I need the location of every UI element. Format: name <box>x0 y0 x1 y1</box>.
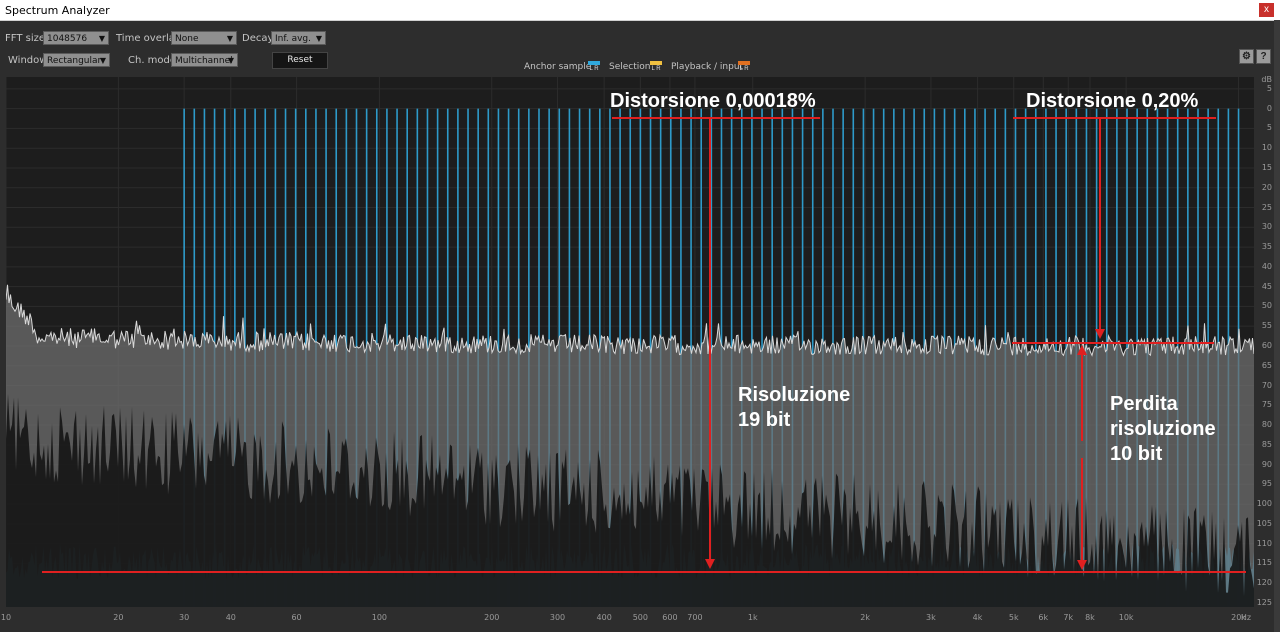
y-tick-label: 20 <box>1261 182 1272 192</box>
chevron-down-icon: ▼ <box>315 34 322 43</box>
x-tick-label: 4k <box>972 613 983 622</box>
x-tick-label: 2k <box>860 613 871 622</box>
y-tick-label: 70 <box>1261 380 1272 390</box>
window-title: Spectrum Analyzer <box>5 4 110 17</box>
y-tick-label: 75 <box>1261 400 1272 410</box>
x-tick-label: 3k <box>926 613 936 622</box>
anchor-sample-label: Anchor sample <box>524 62 592 72</box>
y-tick-label: 50 <box>1261 301 1272 311</box>
x-tick-label: 200 <box>484 613 500 622</box>
x-tick-label: 10k <box>1118 613 1134 622</box>
x-tick-label: 8k <box>1085 613 1095 622</box>
fft-size-select[interactable]: 1048576 ▼ <box>43 31 109 45</box>
lr-label: L R <box>589 66 599 72</box>
y-tick-label: 10 <box>1261 143 1272 153</box>
x-tick-label: 20 <box>113 613 124 622</box>
selection-color-chip[interactable]: L R <box>650 61 662 73</box>
reset-button[interactable]: Reset <box>272 52 328 69</box>
x-tick-label: 40 <box>225 613 236 622</box>
chevron-down-icon: ▼ <box>98 34 105 43</box>
x-tick-label: 30 <box>179 613 190 622</box>
y-tick-label: 25 <box>1261 202 1272 212</box>
annotation-resolution-line2: 19 bit <box>738 409 791 431</box>
decay-label: Decay <box>242 33 274 44</box>
y-tick-label: 30 <box>1261 222 1272 232</box>
y-tick-label: 115 <box>1256 558 1272 568</box>
y-tick-label: 65 <box>1261 360 1272 370</box>
playback-input-label: Playback / input <box>671 62 744 72</box>
y-tick-label: 90 <box>1261 459 1272 469</box>
x-axis: Hz 10 20 30 40 60 100 200 300 400 500 600 700 1k 2k 3k… <box>0 608 1280 632</box>
playback-color-chip[interactable]: L R <box>738 61 750 73</box>
x-tick-label: 10 <box>0 613 12 622</box>
y-tick-label: 105 <box>1256 518 1272 528</box>
y-tick-label: 120 <box>1256 578 1272 588</box>
y-tick-label: 45 <box>1261 281 1272 291</box>
x-tick-label: 60 <box>291 613 302 622</box>
annotation-distortion-right: Distorsione 0,20% <box>1026 90 1199 112</box>
lr-label: L R <box>651 66 661 72</box>
annotation-loss-line3: 10 bit <box>1110 443 1163 465</box>
y-tick-label: 125 <box>1256 598 1272 608</box>
settings-gear-icon[interactable]: ⚙ <box>1239 49 1254 64</box>
anchor-color-chip[interactable]: L R <box>588 61 600 73</box>
help-icon[interactable]: ? <box>1256 49 1271 64</box>
x-tick-label: 100 <box>371 613 388 622</box>
y-axis: dB 5 0 5 10 15 20 25 30 35 40 45 50 55 60 65 70 75 80 85 90… <box>1254 75 1274 608</box>
y-tick-label: 110 <box>1256 538 1272 548</box>
chevron-down-icon: ▼ <box>227 56 234 65</box>
ch-mode-label: Ch. mode <box>128 55 177 66</box>
y-tick-label: 55 <box>1261 321 1272 331</box>
x-tick-label: 400 <box>596 613 612 622</box>
decay-value: Inf. avg. <box>275 34 312 44</box>
close-button[interactable]: x <box>1259 3 1274 17</box>
x-tick-label: 1k <box>747 613 758 622</box>
y-tick-label: 100 <box>1256 499 1272 509</box>
time-overlap-value: None <box>175 34 199 44</box>
y-unit: dB <box>1261 75 1272 84</box>
time-overlap-select[interactable]: None ▼ <box>171 31 237 45</box>
y-tick-label: 80 <box>1261 420 1272 430</box>
spectrum-plot[interactable]: Distorsione 0,00018% Distorsione 0,20% R… <box>6 77 1254 607</box>
x-tick-label: 700 <box>687 613 703 622</box>
ch-mode-value: Multichannel <box>175 56 233 66</box>
decay-select[interactable]: Inf. avg. ▼ <box>271 31 326 45</box>
lr-label: L R <box>739 66 749 72</box>
y-tick-label: 60 <box>1261 340 1272 350</box>
x-tick-label: 20k <box>1231 613 1246 622</box>
y-tick-label: 35 <box>1261 242 1272 252</box>
x-tick-label: 600 <box>662 613 678 622</box>
x-tick-label: 300 <box>549 613 566 622</box>
y-tick-label: 15 <box>1261 162 1272 172</box>
annotation-resolution-loss: Perdita risoluzione 10 bit <box>1110 392 1216 467</box>
y-tick-label: 95 <box>1261 479 1272 489</box>
x-tick-label: 5k <box>1008 613 1019 622</box>
y-tick-label: 5 <box>1266 83 1272 93</box>
y-tick-label: 0 <box>1266 103 1272 113</box>
fft-size-value: 1048576 <box>47 34 88 44</box>
x-tick-label: 6k <box>1038 613 1049 622</box>
x-tick-label: 7k <box>1063 613 1074 622</box>
window-label: Window <box>8 55 48 66</box>
ch-mode-select[interactable]: Multichannel ▼ <box>171 53 238 67</box>
y-tick-label: 5 <box>1266 123 1272 133</box>
fft-size-label: FFT size <box>5 33 46 44</box>
window-select[interactable]: Rectangular ▼ <box>43 53 110 67</box>
annotation-resolution: Risoluzione 19 bit <box>738 383 850 433</box>
y-tick-label: 40 <box>1261 261 1272 271</box>
spectrum-chart <box>6 77 1254 607</box>
vertical-scrollbar[interactable] <box>1274 20 1280 632</box>
annotation-resolution-line1: Risoluzione <box>738 384 851 406</box>
toolbar: FFT size 1048576 ▼ Time overlap None ▼ Dec… <box>0 21 1280 77</box>
x-tick-label: 500 <box>632 613 648 622</box>
annotation-loss-line2: risoluzione <box>1110 418 1216 440</box>
window-value: Rectangular <box>47 56 102 66</box>
title-bar: Spectrum Analyzer x <box>0 0 1280 21</box>
annotation-loss-line1: Perdita <box>1110 393 1178 415</box>
selection-label: Selection <box>609 62 651 72</box>
annotation-distortion-left: Distorsione 0,00018% <box>610 90 816 112</box>
chevron-down-icon: ▼ <box>99 56 106 65</box>
y-tick-label: 85 <box>1261 439 1272 449</box>
chevron-down-icon: ▼ <box>226 34 233 43</box>
